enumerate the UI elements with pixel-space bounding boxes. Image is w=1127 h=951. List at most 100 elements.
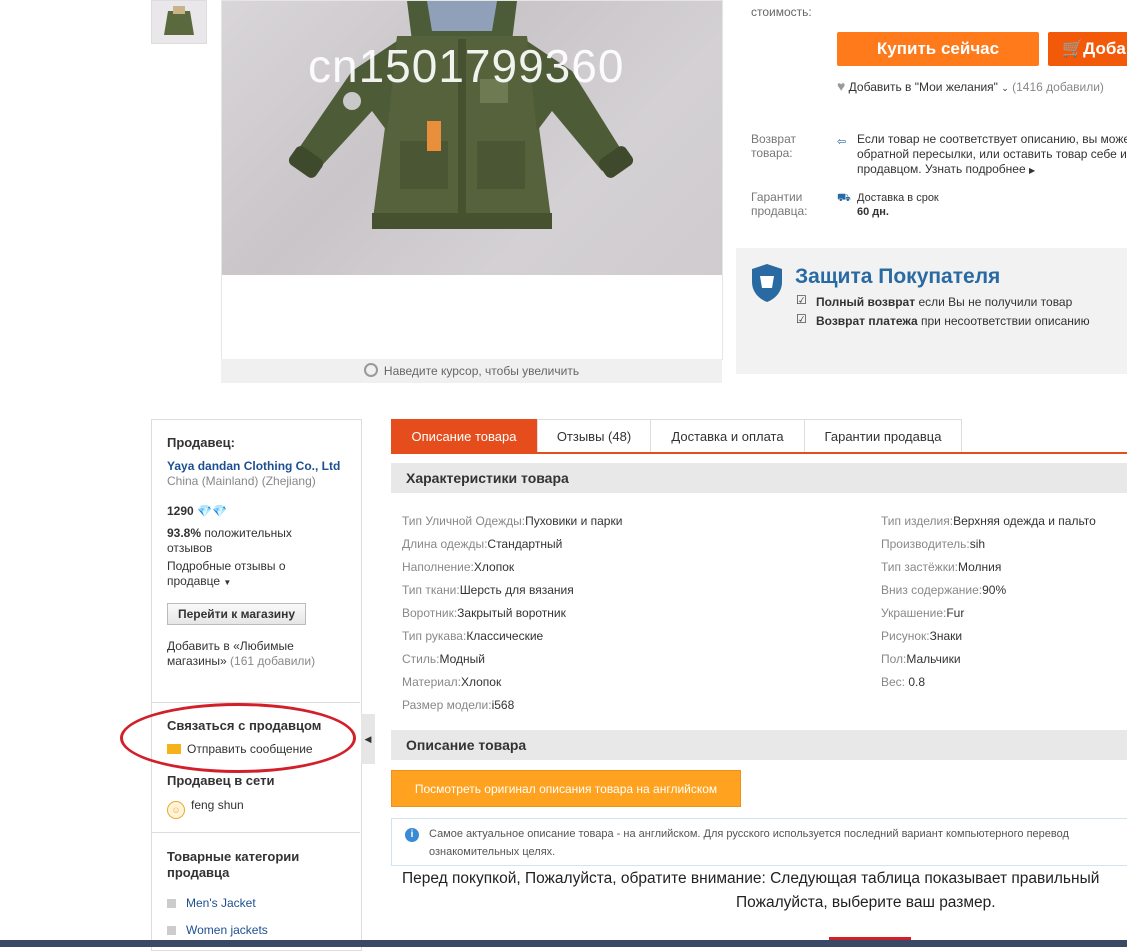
spec-row: Наполнение:Хлопок (402, 560, 622, 583)
online-user-name: feng shun (191, 798, 244, 812)
spec-value: Верхняя одежда и пальто (953, 514, 1096, 528)
returns-more-link[interactable]: продавцом. Узнать подробнее ▶ (857, 162, 1127, 178)
favorite-store-count: (161 добавили) (226, 654, 316, 668)
tabs-underline (391, 452, 1127, 454)
categories-heading-line: продавца (167, 865, 230, 880)
seller-score: 1290 💎💎 (167, 504, 227, 518)
translation-info-box: i Самое актуальное описание товара - на … (391, 818, 1127, 866)
categories-heading-line: Товарные категории (167, 849, 300, 864)
spec-key: Тип застёжки: (881, 560, 958, 574)
spec-value: 0.8 (905, 675, 926, 689)
detailed-feedback-line: продавце (167, 574, 221, 588)
spec-key: Вниз содержание: (881, 583, 983, 597)
divider (151, 832, 360, 833)
spec-row: Тип застёжки:Молния (881, 560, 1096, 583)
spec-row: Тип ткани:Шерсть для вязания (402, 583, 622, 606)
spec-key: Тип ткани: (402, 583, 460, 597)
positive-percent: 93.8% (167, 526, 202, 540)
triangle-left-icon: ◀ (364, 734, 372, 744)
smiley-icon: ☺ (167, 801, 185, 819)
wishlist-link[interactable]: ♥ Добавить в "Мои желания" ⌄ (1416 добав… (837, 78, 1104, 94)
spec-row: Материал:Хлопок (402, 675, 622, 698)
online-user-link[interactable]: ☺ feng shun (167, 798, 244, 819)
view-original-button[interactable]: Посмотреть оригинал описания товара на а… (391, 770, 741, 807)
collapse-box-icon (167, 926, 176, 935)
positive-label: положительных (201, 526, 292, 540)
spec-key: Украшение: (881, 606, 947, 620)
add-favorite-store[interactable]: Добавить в «Любимые магазины» (161 добав… (167, 639, 315, 669)
spec-key: Тип изделия: (881, 514, 954, 528)
spec-value: Хлопок (473, 560, 515, 574)
protection-title: Защита Покупателя (795, 265, 1001, 288)
translation-info-text: Самое актуальное описание товара - на ан… (429, 825, 1127, 861)
guarantee-label-line: продавца: (751, 204, 808, 218)
watermark-text: cn1501799360 (308, 40, 625, 92)
specs-heading: Характеристики товара (391, 463, 1127, 493)
spec-row: Тип изделия:Верхняя одежда и пальто (881, 514, 1096, 537)
spec-value: Пуховики и парки (525, 514, 623, 528)
spec-row: Размер модели:i568 (402, 698, 622, 721)
tab-reviews[interactable]: Отзывы (48) (537, 419, 651, 452)
zoom-hint-bar: Наведите курсор, чтобы увеличить (221, 359, 722, 383)
returns-text-line: обратной пересылки, или оставить товар с… (857, 147, 1127, 161)
spec-key: Вес: (881, 675, 906, 689)
highlight-circle (120, 703, 356, 773)
detailed-feedback-line: Подробные отзывы о (167, 559, 286, 573)
sidebar-collapse-button[interactable]: ◀ (361, 714, 375, 764)
returns-text: Если товар не соответствует описанию, вы… (857, 132, 1127, 178)
product-thumbnail[interactable] (151, 0, 207, 44)
check-icon: ☑ (796, 312, 807, 326)
protection-line-2-rest: при несоответствии описанию (917, 314, 1090, 328)
protection-line-1: Полный возврат если Вы не получили товар (816, 295, 1072, 309)
check-icon: ☑ (796, 293, 807, 307)
spec-key: Пол: (881, 652, 907, 666)
protection-line-1-bold: Полный возврат (816, 295, 916, 309)
description-heading: Описание товара (391, 730, 1127, 760)
delivery-days: 60 дн. (857, 206, 889, 218)
spec-value: Стандартный (487, 537, 563, 551)
seller-heading: Продавец: (167, 435, 235, 450)
spec-value: Классические (466, 629, 544, 643)
spec-value: Закрытый воротник (457, 606, 566, 620)
spec-key: Производитель: (881, 537, 970, 551)
spec-value: Хлопок (460, 675, 502, 689)
spec-row: Рисунок:Знаки (881, 629, 1096, 652)
spec-value: i568 (491, 698, 515, 712)
spec-key: Тип рукава: (402, 629, 467, 643)
spec-value: Fur (946, 606, 965, 620)
favorite-store-line: Добавить в «Любимые (167, 639, 294, 653)
returns-label-line: товара: (751, 146, 793, 160)
product-photo: cn1501799360 (222, 1, 722, 275)
info-line: ознакомительных целях. (429, 846, 556, 858)
spec-value: Мальчики (906, 652, 961, 666)
info-line: Самое актуальное описание товара - на ан… (429, 828, 1069, 840)
guarantee-label-line: Гарантии (751, 190, 803, 204)
detailed-feedback-toggle[interactable]: Подробные отзывы о продавце ▼ (167, 559, 286, 590)
spec-row: Украшение:Fur (881, 606, 1096, 629)
category-item[interactable]: Men's Jacket (167, 896, 256, 910)
spec-key: Рисунок: (881, 629, 930, 643)
add-to-cart-button[interactable]: 🛒Доба (1048, 32, 1127, 66)
product-main-image[interactable]: cn1501799360 (221, 0, 723, 360)
spec-key: Наполнение: (402, 560, 474, 574)
returns-label-line: Возврат (751, 132, 796, 146)
tab-shipping[interactable]: Доставка и оплата (650, 419, 805, 452)
tab-description[interactable]: Описание товара (391, 419, 537, 452)
tab-guarantees[interactable]: Гарантии продавца (804, 419, 962, 452)
go-to-store-button[interactable]: Перейти к магазину (167, 603, 307, 625)
seller-name-link[interactable]: Yaya dandan Clothing Co., Ltd (167, 459, 340, 473)
positive-label-line: отзывов (167, 541, 213, 555)
category-item[interactable]: Women jackets (167, 923, 268, 937)
buy-now-button[interactable]: Купить сейчас (837, 32, 1039, 66)
spec-value: Знаки (929, 629, 963, 643)
spec-value: Шерсть для вязания (459, 583, 574, 597)
seller-online-heading: Продавец в сети (167, 773, 275, 788)
diamond-icon: 💎 (197, 504, 212, 518)
chevron-down-icon: ⌄ (1001, 83, 1009, 93)
heart-icon: ♥ (837, 78, 846, 94)
size-note-line-1: Перед покупкой, Пожалуйста, обратите вни… (402, 870, 1100, 887)
category-label: Men's Jacket (186, 896, 256, 910)
spec-row: Стиль:Модный (402, 652, 622, 675)
returns-label: Возврат товара: (751, 132, 796, 160)
protection-line-2-bold: Возврат платежа (816, 314, 918, 328)
